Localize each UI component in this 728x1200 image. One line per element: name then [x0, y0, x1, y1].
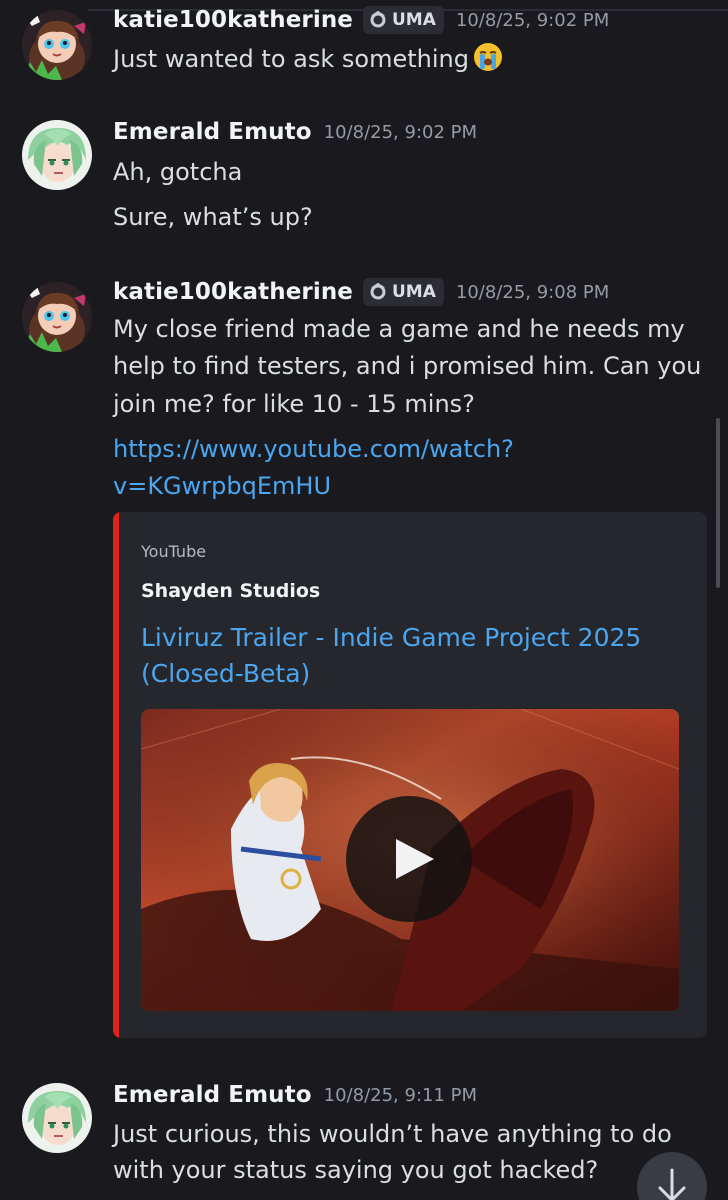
guild-tag-label: UMA [392, 10, 436, 30]
avatar-emerald[interactable] [22, 1083, 92, 1153]
guild-tag[interactable]: UMA [363, 278, 444, 306]
embed-author[interactable]: Shayden Studios [141, 580, 320, 602]
uma-tag-icon [370, 283, 386, 300]
avatar-katie[interactable] [22, 10, 92, 80]
avatar-katie[interactable] [22, 282, 92, 352]
embed-provider[interactable]: YouTube [141, 542, 206, 561]
message-header: Emerald Emuto 10/8/25, 9:11 PM [113, 1082, 477, 1108]
chat-view: katie100katherine UMA 10/8/25, 9:02 PM J… [0, 0, 728, 1200]
message-line: My close friend made a game and he needs… [113, 315, 685, 343]
message-line: join me? for like 10 - 15 mins? [113, 390, 475, 418]
timestamp: 10/8/25, 9:02 PM [455, 9, 610, 31]
embed-title-line[interactable]: Liviruz Trailer - Indie Game Project 202… [141, 620, 681, 656]
embed-title[interactable]: Liviruz Trailer - Indie Game Project 202… [141, 620, 681, 692]
message-line: Ah, gotcha [113, 158, 243, 186]
message-header: katie100katherine UMA 10/8/25, 9:02 PM [113, 6, 609, 34]
uma-tag-icon [370, 11, 386, 28]
loudly-crying-face-icon [473, 43, 502, 71]
youtube-link[interactable]: v=KGwrpbqEmHU [113, 466, 703, 506]
avatar-katie-image [22, 10, 92, 80]
arrow-down-icon [658, 1168, 686, 1200]
username[interactable]: katie100katherine [113, 279, 353, 305]
avatar-emerald[interactable] [22, 120, 92, 190]
guild-tag[interactable]: UMA [363, 6, 444, 34]
scrollbar-thumb[interactable] [716, 418, 720, 588]
youtube-link-line[interactable]: v=KGwrpbqEmHU [113, 472, 331, 500]
timestamp: 10/8/25, 9:02 PM [323, 121, 478, 143]
video-thumbnail[interactable] [141, 709, 679, 1011]
username[interactable]: Emerald Emuto [113, 119, 312, 145]
play-icon [396, 839, 434, 879]
username[interactable]: Emerald Emuto [113, 1082, 312, 1108]
timestamp: 10/8/25, 9:11 PM [323, 1084, 478, 1106]
avatar-emerald-image [22, 120, 92, 190]
message-line: with your status saying you got hacked? [113, 1156, 599, 1184]
avatar-katie-image [22, 282, 92, 352]
message-line: help to find testers, and i promised him… [113, 352, 702, 380]
message-line: Sure, what’s up? [113, 203, 313, 231]
youtube-link[interactable]: https://www.youtube.com/watch? [113, 429, 703, 469]
message-line: Just wanted to ask something [113, 45, 469, 73]
guild-tag-label: UMA [392, 282, 436, 302]
message-header: Emerald Emuto 10/8/25, 9:02 PM [113, 119, 477, 145]
youtube-embed: YouTube Shayden Studios Liviruz Trailer … [113, 512, 707, 1038]
message-header: katie100katherine UMA 10/8/25, 9:08 PM [113, 278, 609, 306]
play-button[interactable] [346, 796, 472, 922]
embed-accent-bar [113, 512, 119, 1038]
timestamp: 10/8/25, 9:08 PM [455, 281, 610, 303]
embed-title-line[interactable]: (Closed-Beta) [141, 656, 681, 692]
avatar-emerald-image [22, 1083, 92, 1153]
message-content: Just wanted to ask something [113, 39, 703, 79]
youtube-link-line[interactable]: https://www.youtube.com/watch? [113, 435, 514, 463]
username[interactable]: katie100katherine [113, 7, 353, 33]
message-line: Just curious, this wouldn’t have anythin… [113, 1120, 672, 1148]
